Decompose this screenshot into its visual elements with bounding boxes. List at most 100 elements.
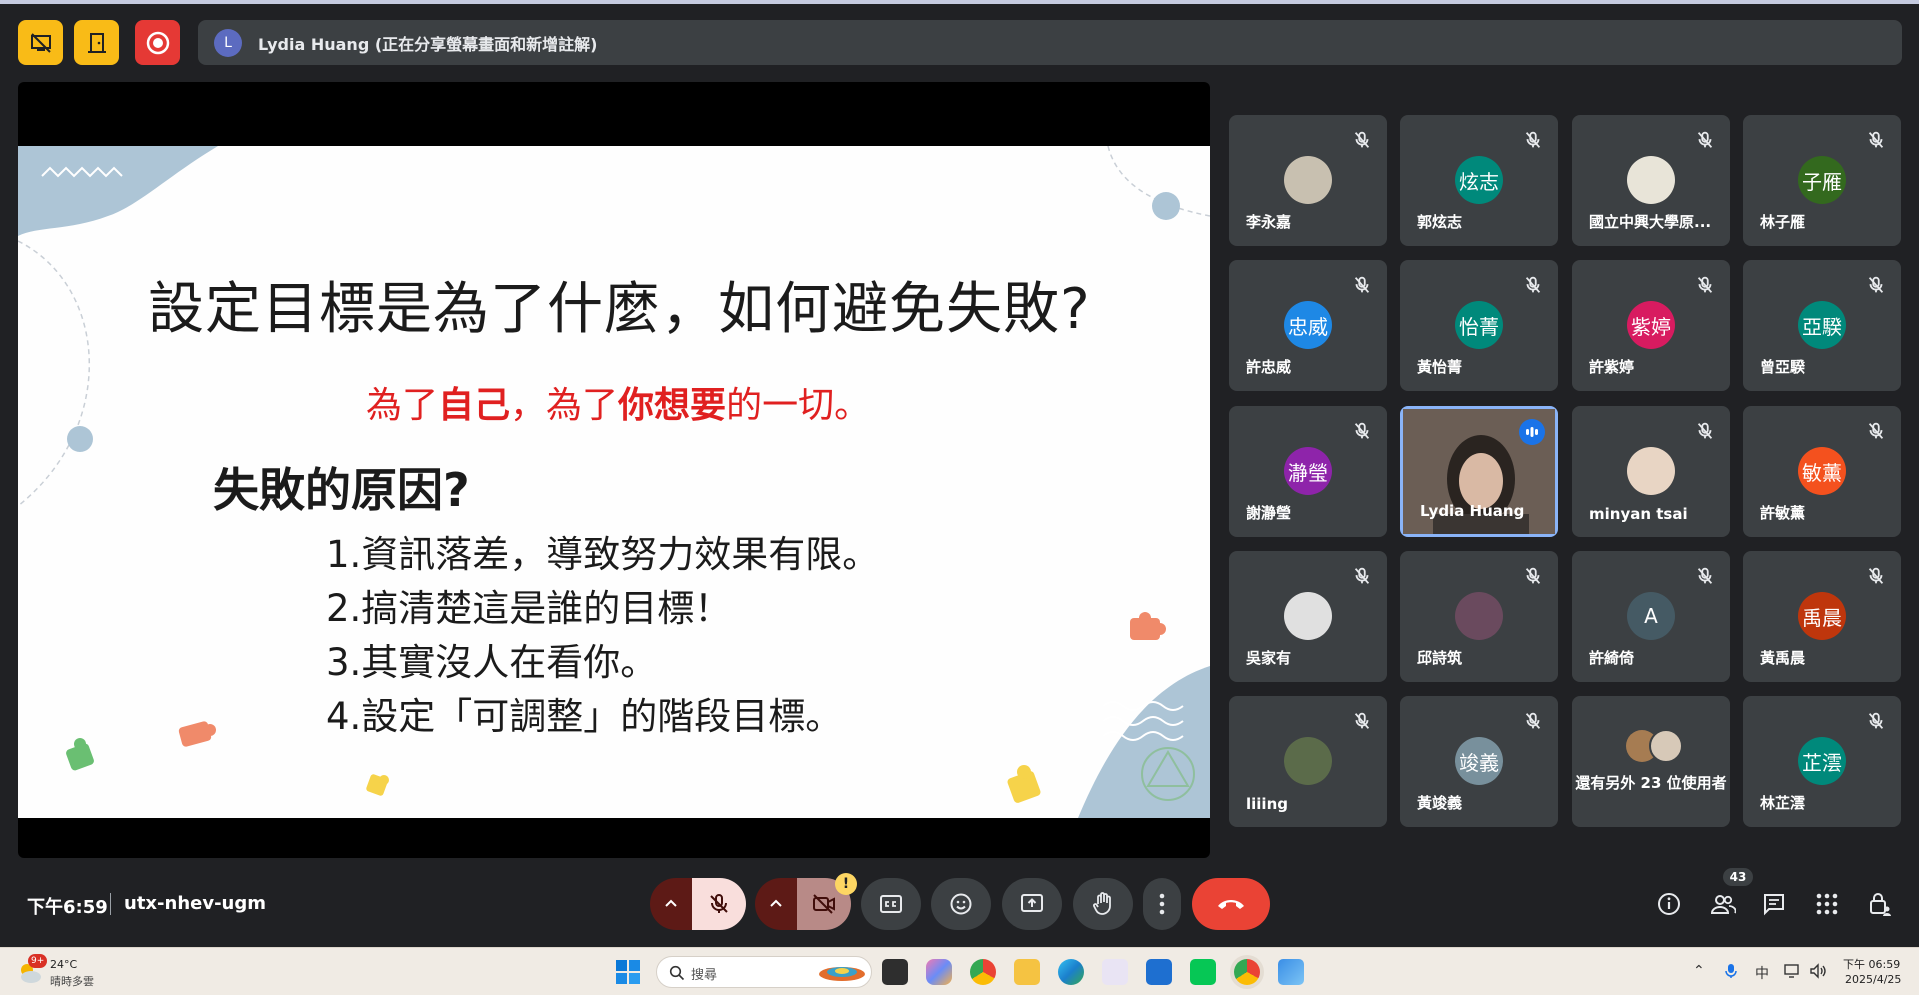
- audio-options-button[interactable]: [650, 878, 692, 930]
- participant-name: Lydia Huang: [1420, 502, 1525, 520]
- mic-off-icon: [1525, 712, 1541, 729]
- mic-off-icon: [1868, 422, 1884, 439]
- captions-button[interactable]: [861, 878, 921, 930]
- participant-avatar: A: [1627, 592, 1675, 640]
- participant-name: 許忠威: [1246, 358, 1292, 376]
- annotation-off-button[interactable]: [18, 20, 63, 65]
- presenter-banner[interactable]: L Lydia Huang (正在分享螢幕畫面和新增註解): [198, 20, 1902, 65]
- people-button[interactable]: [1709, 890, 1737, 918]
- app-logo-icon[interactable]: [1102, 959, 1128, 985]
- door-button[interactable]: [74, 20, 119, 65]
- closed-captions-icon: [880, 895, 902, 913]
- participant-tile[interactable]: 禹晨 黃禹晨: [1743, 551, 1901, 682]
- avatar-initials: A: [1644, 604, 1658, 628]
- meeting-code[interactable]: utx-nhev-ugm: [124, 893, 266, 914]
- mic-toggle-button[interactable]: [692, 878, 746, 930]
- video-options-button[interactable]: [755, 878, 797, 930]
- line-app-icon[interactable]: [1190, 959, 1216, 985]
- participant-tile[interactable]: 子雁 林子雁: [1743, 115, 1901, 246]
- record-icon: [146, 31, 169, 54]
- participant-name: 李永嘉: [1246, 213, 1292, 231]
- participant-tile[interactable]: 忠威許忠威: [1229, 260, 1387, 391]
- participant-tile[interactable]: Lydia Huang: [1400, 406, 1558, 537]
- participant-tile[interactable]: 敏薰 許敏薰: [1743, 406, 1901, 537]
- network-tray-icon[interactable]: [1784, 963, 1802, 983]
- ime-indicator[interactable]: 中: [1755, 963, 1769, 983]
- activities-button[interactable]: [1813, 890, 1841, 918]
- edge-icon[interactable]: [1058, 959, 1084, 985]
- participant-tile[interactable]: 吳家有: [1229, 551, 1387, 682]
- start-button[interactable]: [615, 959, 641, 985]
- chrome-active-icon[interactable]: [1234, 959, 1260, 985]
- chat-button[interactable]: [1760, 890, 1788, 918]
- participant-tile[interactable]: A 許綺倚: [1572, 551, 1730, 682]
- hang-up-icon: [1218, 900, 1244, 909]
- weather-widget[interactable]: 9+: [16, 954, 48, 986]
- taskbar-clock-time[interactable]: 下午 06:59: [1843, 956, 1900, 972]
- participant-tile[interactable]: 紫婷 許紫婷: [1572, 260, 1730, 391]
- participant-name: 黃禹晨: [1760, 649, 1806, 667]
- participant-name: 許敏薰: [1760, 504, 1806, 522]
- more-options-button[interactable]: [1143, 878, 1181, 930]
- mic-off-icon: [1354, 422, 1370, 439]
- participant-avatar: 紫婷: [1627, 301, 1675, 349]
- avatar-initials: 怡菁: [1459, 314, 1499, 339]
- avatar-initials: 芷澐: [1802, 750, 1842, 775]
- volume-tray-icon[interactable]: [1809, 963, 1827, 983]
- file-explorer-icon[interactable]: [1014, 959, 1040, 985]
- participant-name: 國立中興大學原...: [1589, 213, 1712, 231]
- weather-temperature: 24°C: [50, 958, 78, 971]
- avatar-initials: 忠威: [1288, 314, 1328, 339]
- store-window-icon[interactable]: [1146, 959, 1172, 985]
- task-view-icon[interactable]: [882, 959, 908, 985]
- reactions-button[interactable]: [931, 878, 991, 930]
- participant-avatar: 竣義: [1455, 737, 1503, 785]
- participant-tile[interactable]: liiing: [1229, 696, 1387, 827]
- participant-tile[interactable]: 炫志 郭炫志: [1400, 115, 1558, 246]
- subtitle-part: 的一切。: [726, 385, 871, 426]
- participant-tile[interactable]: 還有另外 23 位使用者: [1572, 696, 1730, 827]
- weather-alert-badge: 9+: [28, 954, 48, 968]
- participant-tile[interactable]: 亞騤 曾亞騤: [1743, 260, 1901, 391]
- participant-tile[interactable]: 芷澐 林芷澐: [1743, 696, 1901, 827]
- participant-count-badge: 43: [1723, 868, 1753, 886]
- participant-tile[interactable]: 怡菁 黃怡菁: [1400, 260, 1558, 391]
- slide-title: 設定目標是為了什麼，如何避免失敗?: [148, 277, 1091, 342]
- taskbar-clock-date[interactable]: 2025/4/25: [1845, 973, 1901, 986]
- meeting-time: 下午6:59: [27, 897, 108, 918]
- subtitle-part: 自己: [438, 385, 511, 426]
- photos-icon[interactable]: [1278, 959, 1304, 985]
- participant-name: 吳家有: [1246, 649, 1292, 667]
- more-participants-label: 還有另外 23 位使用者: [1575, 774, 1727, 792]
- participant-tile[interactable]: 竣義 黃竣義: [1400, 696, 1558, 827]
- participant-name: 林子雁: [1760, 213, 1806, 231]
- participant-tile[interactable]: 國立中興大學原...: [1572, 115, 1730, 246]
- participant-avatar: 忠威: [1284, 301, 1332, 349]
- mic-off-icon: [1868, 712, 1884, 729]
- participant-avatar: 亞騤: [1798, 301, 1846, 349]
- mic-off-icon: [1697, 131, 1713, 148]
- present-button[interactable]: [1002, 878, 1062, 930]
- participant-tile[interactable]: minyan tsai: [1572, 406, 1730, 537]
- chrome-icon[interactable]: [970, 959, 996, 985]
- meeting-details-button[interactable]: [1655, 890, 1683, 918]
- subtitle-part: 你想要: [618, 385, 727, 426]
- participant-avatar: 瀞瑩: [1284, 447, 1332, 495]
- participant-tile[interactable]: 瀞瑩 謝瀞瑩: [1229, 406, 1387, 537]
- taskbar-search-box[interactable]: 搜尋: [656, 956, 872, 988]
- microphone-tray-icon[interactable]: [1725, 963, 1737, 983]
- host-controls-button[interactable]: [1866, 890, 1894, 918]
- apps-grid-icon: [1816, 893, 1838, 915]
- leave-call-button[interactable]: [1192, 878, 1270, 930]
- camera-warning-badge: !: [835, 873, 857, 895]
- participant-tile[interactable]: 李永嘉: [1229, 115, 1387, 246]
- subtitle-part: ，為了: [510, 385, 619, 426]
- recording-button[interactable]: [135, 20, 180, 65]
- mic-off-icon: [1525, 567, 1541, 584]
- participant-avatar: 怡菁: [1455, 301, 1503, 349]
- participant-tile[interactable]: 邱詩筑: [1400, 551, 1558, 682]
- tray-expand-icon[interactable]: ⌃: [1693, 963, 1705, 979]
- copilot-icon[interactable]: [926, 959, 952, 985]
- participant-name: 邱詩筑: [1417, 649, 1463, 667]
- raise-hand-button[interactable]: [1073, 878, 1133, 930]
